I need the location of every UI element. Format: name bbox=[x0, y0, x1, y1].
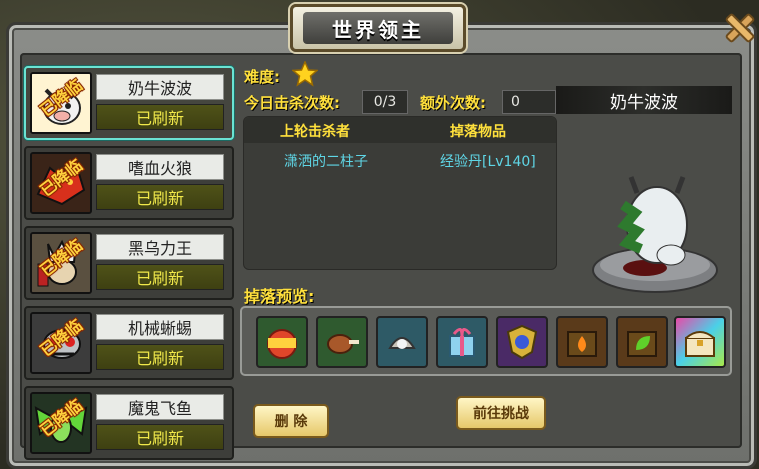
medal-badge-icon[interactable] bbox=[496, 316, 548, 368]
fire-chest-icon[interactable] bbox=[556, 316, 608, 368]
boss-list: 已降临 奶牛波波 已刷新 已降临 嗜血火狼 已刷新 已降临 黑乌力王 已刷新 已… bbox=[24, 66, 234, 466]
boss-status: 已刷新 bbox=[96, 264, 224, 290]
boss-name: 嗜血火狼 bbox=[96, 154, 224, 180]
boss-status: 已刷新 bbox=[96, 104, 224, 130]
boss-status: 已刷新 bbox=[96, 344, 224, 370]
extra-value: 0 bbox=[502, 90, 556, 114]
boss-item-2[interactable]: 已降临 嗜血火狼 已刷新 bbox=[24, 146, 234, 220]
killer-column-header: 上轮击杀者 bbox=[280, 124, 350, 140]
drops-preview-label: 掉落预览: bbox=[244, 287, 315, 306]
close-icon bbox=[725, 13, 755, 43]
leaf-chest-icon[interactable] bbox=[616, 316, 668, 368]
boss-status: 已刷新 bbox=[96, 184, 224, 210]
boss-status: 已刷新 bbox=[96, 424, 224, 450]
go-challenge-button[interactable]: 前往挑战 bbox=[456, 396, 546, 430]
dropped-item: 经验丹[Lv140] bbox=[440, 154, 536, 170]
kills-label: 今日击杀次数: bbox=[244, 94, 340, 112]
meat-icon[interactable] bbox=[316, 316, 368, 368]
boss-name: 黑乌力王 bbox=[96, 234, 224, 260]
window-title: 世界领主 bbox=[303, 12, 453, 44]
exp-potion-icon[interactable] bbox=[256, 316, 308, 368]
star-icon bbox=[291, 60, 319, 91]
title-plate: 世界领主 bbox=[290, 4, 466, 52]
drop-column-header: 掉落物品 bbox=[450, 124, 506, 140]
boss-name: 奶牛波波 bbox=[96, 74, 224, 100]
killer-name: 潇洒的二柱子 bbox=[284, 154, 368, 170]
gift-box-icon[interactable] bbox=[436, 316, 488, 368]
boss-item-4[interactable]: 已降临 机械蜥蜴 已刷新 bbox=[24, 306, 234, 380]
pearl-icon[interactable] bbox=[376, 316, 428, 368]
extra-label: 额外次数: bbox=[420, 94, 486, 112]
selected-boss-name: 奶牛波波 bbox=[556, 86, 732, 114]
last-kill-record: 上轮击杀者 掉落物品 潇洒的二柱子 经验丹[Lv140] bbox=[243, 116, 557, 270]
boss-item-5[interactable]: 已降临 魔鬼飞鱼 已刷新 bbox=[24, 386, 234, 460]
difficulty-label: 难度: bbox=[244, 68, 280, 86]
boss-model-image bbox=[585, 165, 725, 300]
boss-item-3[interactable]: 已降临 黑乌力王 已刷新 bbox=[24, 226, 234, 300]
drops-preview bbox=[240, 306, 732, 376]
boss-name: 魔鬼飞鱼 bbox=[96, 394, 224, 420]
boss-item-1[interactable]: 已降临 奶牛波波 已刷新 bbox=[24, 66, 234, 140]
treasure-chest-icon[interactable] bbox=[674, 316, 726, 368]
boss-name: 机械蜥蜴 bbox=[96, 314, 224, 340]
delete-button[interactable]: 删 除 bbox=[253, 404, 329, 438]
close-button[interactable] bbox=[722, 10, 758, 46]
kills-value: 0/3 bbox=[362, 90, 408, 114]
